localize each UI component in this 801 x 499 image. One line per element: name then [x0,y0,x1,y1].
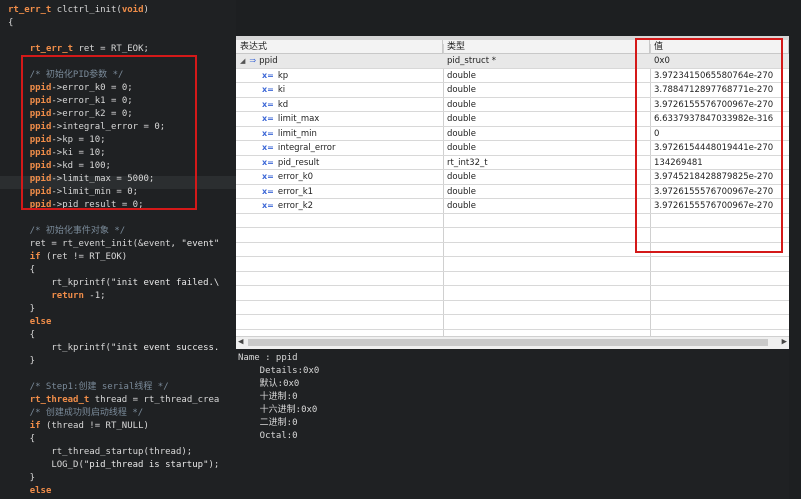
watch-name-cell: x= error_k2 [262,199,442,213]
field-icon: x= [262,114,274,123]
code-line: /* Step1:创建 serial线程 */ [8,382,169,392]
horizontal-scrollbar[interactable]: ◀ ▶ [236,336,789,349]
code-line: rt_thread_t thread = rt_thread_crea [29,395,220,405]
field-icon: x= [262,99,274,109]
watch-name: kp [277,70,289,81]
details-line: 十六进制:0x0 [238,405,318,415]
value-highlight-box [635,38,783,253]
code-line: /* 初始化事件对象 */ [8,226,126,236]
scroll-thumb[interactable] [248,339,768,346]
watch-name-cell: x= error_k1 [262,185,442,199]
watch-name-cell: x= kd [262,98,442,112]
watch-type: double [447,99,476,110]
details-pane: Name : ppid Details:0x0 默认:0x0 十进制:0 十六进… [236,349,789,499]
code-line: else [29,317,52,327]
details-line: 十进制:0 [238,392,298,402]
field-icon: x= [262,172,274,181]
details-line: 二进制:0 [238,418,298,428]
code-line: rt_kprintf("init event failed.\ [8,278,220,288]
code-line: { [8,434,36,444]
empty-row[interactable] [236,315,789,330]
field-icon: x= [262,157,274,167]
field-icon: x= [262,201,274,210]
empty-row[interactable] [236,272,789,286]
code-line: } [8,304,36,314]
watch-name: ppid [259,56,278,66]
header-type[interactable]: 类型 [443,40,650,54]
code-line: { [8,330,36,340]
watch-name-cell: x= error_k0 [262,170,442,184]
code-line: { [8,18,14,28]
watch-type: rt_int32_t [447,157,488,168]
watch-type: double [447,128,476,139]
watch-name-cell: ◢ ⇒ ppid [240,54,420,68]
details-line: Details:0x0 [238,366,320,376]
pointer-icon: ⇒ [249,56,257,65]
expand-toggle-icon[interactable]: ◢ [240,54,245,68]
code-highlight-box [21,55,197,210]
field-icon: x= [262,70,274,80]
code-line: rt_err_t clctrl_init(void) [8,5,149,15]
details-line: Octal:0 [238,431,298,441]
watch-name-cell: x= ki [262,83,442,97]
empty-row[interactable] [236,257,789,272]
watch-name: error_k2 [277,201,314,211]
code-line: { [8,265,36,275]
code-line: LOG_D("pid_thread is startup"); [8,460,220,470]
watch-name: pid_result [277,157,320,168]
scroll-right-icon[interactable]: ▶ [782,337,787,347]
watch-name-cell: x= limit_min [262,127,442,141]
watch-type: double [447,143,476,153]
watch-name: limit_min [277,128,317,139]
window: rt_err_t clctrl_init(void){ rt_err_t ret… [0,0,801,499]
watch-name-cell: x= limit_max [262,112,442,126]
field-icon: x= [262,143,274,152]
watch-name-cell: x= pid_result [262,156,442,170]
scroll-left-icon[interactable]: ◀ [238,337,243,347]
watch-type: double [447,70,476,81]
code-line: if (thread != RT_NULL) [29,421,149,431]
watch-name-cell: x= integral_error [262,141,442,155]
watch-name: integral_error [277,143,336,153]
watch-type: pid_struct * [447,56,497,66]
watch-name: error_k1 [277,186,314,197]
code-line: rt_kprintf("init event success. [8,343,220,353]
field-icon: x= [262,128,274,138]
field-icon: x= [262,186,274,196]
code-line: /* 创建成功则启动线程 */ [8,408,144,418]
code-line: else [29,486,52,496]
details-line: 默认:0x0 [238,379,300,389]
watch-name: limit_max [277,114,320,124]
watch-type: double [447,201,476,211]
watch-type: double [447,85,476,95]
empty-row[interactable] [236,301,789,315]
watch-name: ki [277,85,286,95]
watch-name: kd [277,99,289,110]
code-line: return -1; [51,291,106,301]
code-line: rt_thread_startup(thread); [8,447,193,457]
code-line: } [8,356,36,366]
details-line: Name : ppid [238,353,298,363]
watch-type: double [447,186,476,197]
code-line: if (ret != RT_EOK) [29,252,128,262]
header-expression[interactable]: 表达式 [236,40,443,54]
watch-type: double [447,172,476,182]
watch-name-cell: x= kp [262,69,442,83]
code-line: ret = rt_event_init(&event, "event" [8,239,220,249]
watch-name: error_k0 [277,172,314,182]
empty-row[interactable] [236,286,789,301]
code-line: } [8,473,36,483]
watch-type: double [447,114,476,124]
field-icon: x= [262,85,274,94]
